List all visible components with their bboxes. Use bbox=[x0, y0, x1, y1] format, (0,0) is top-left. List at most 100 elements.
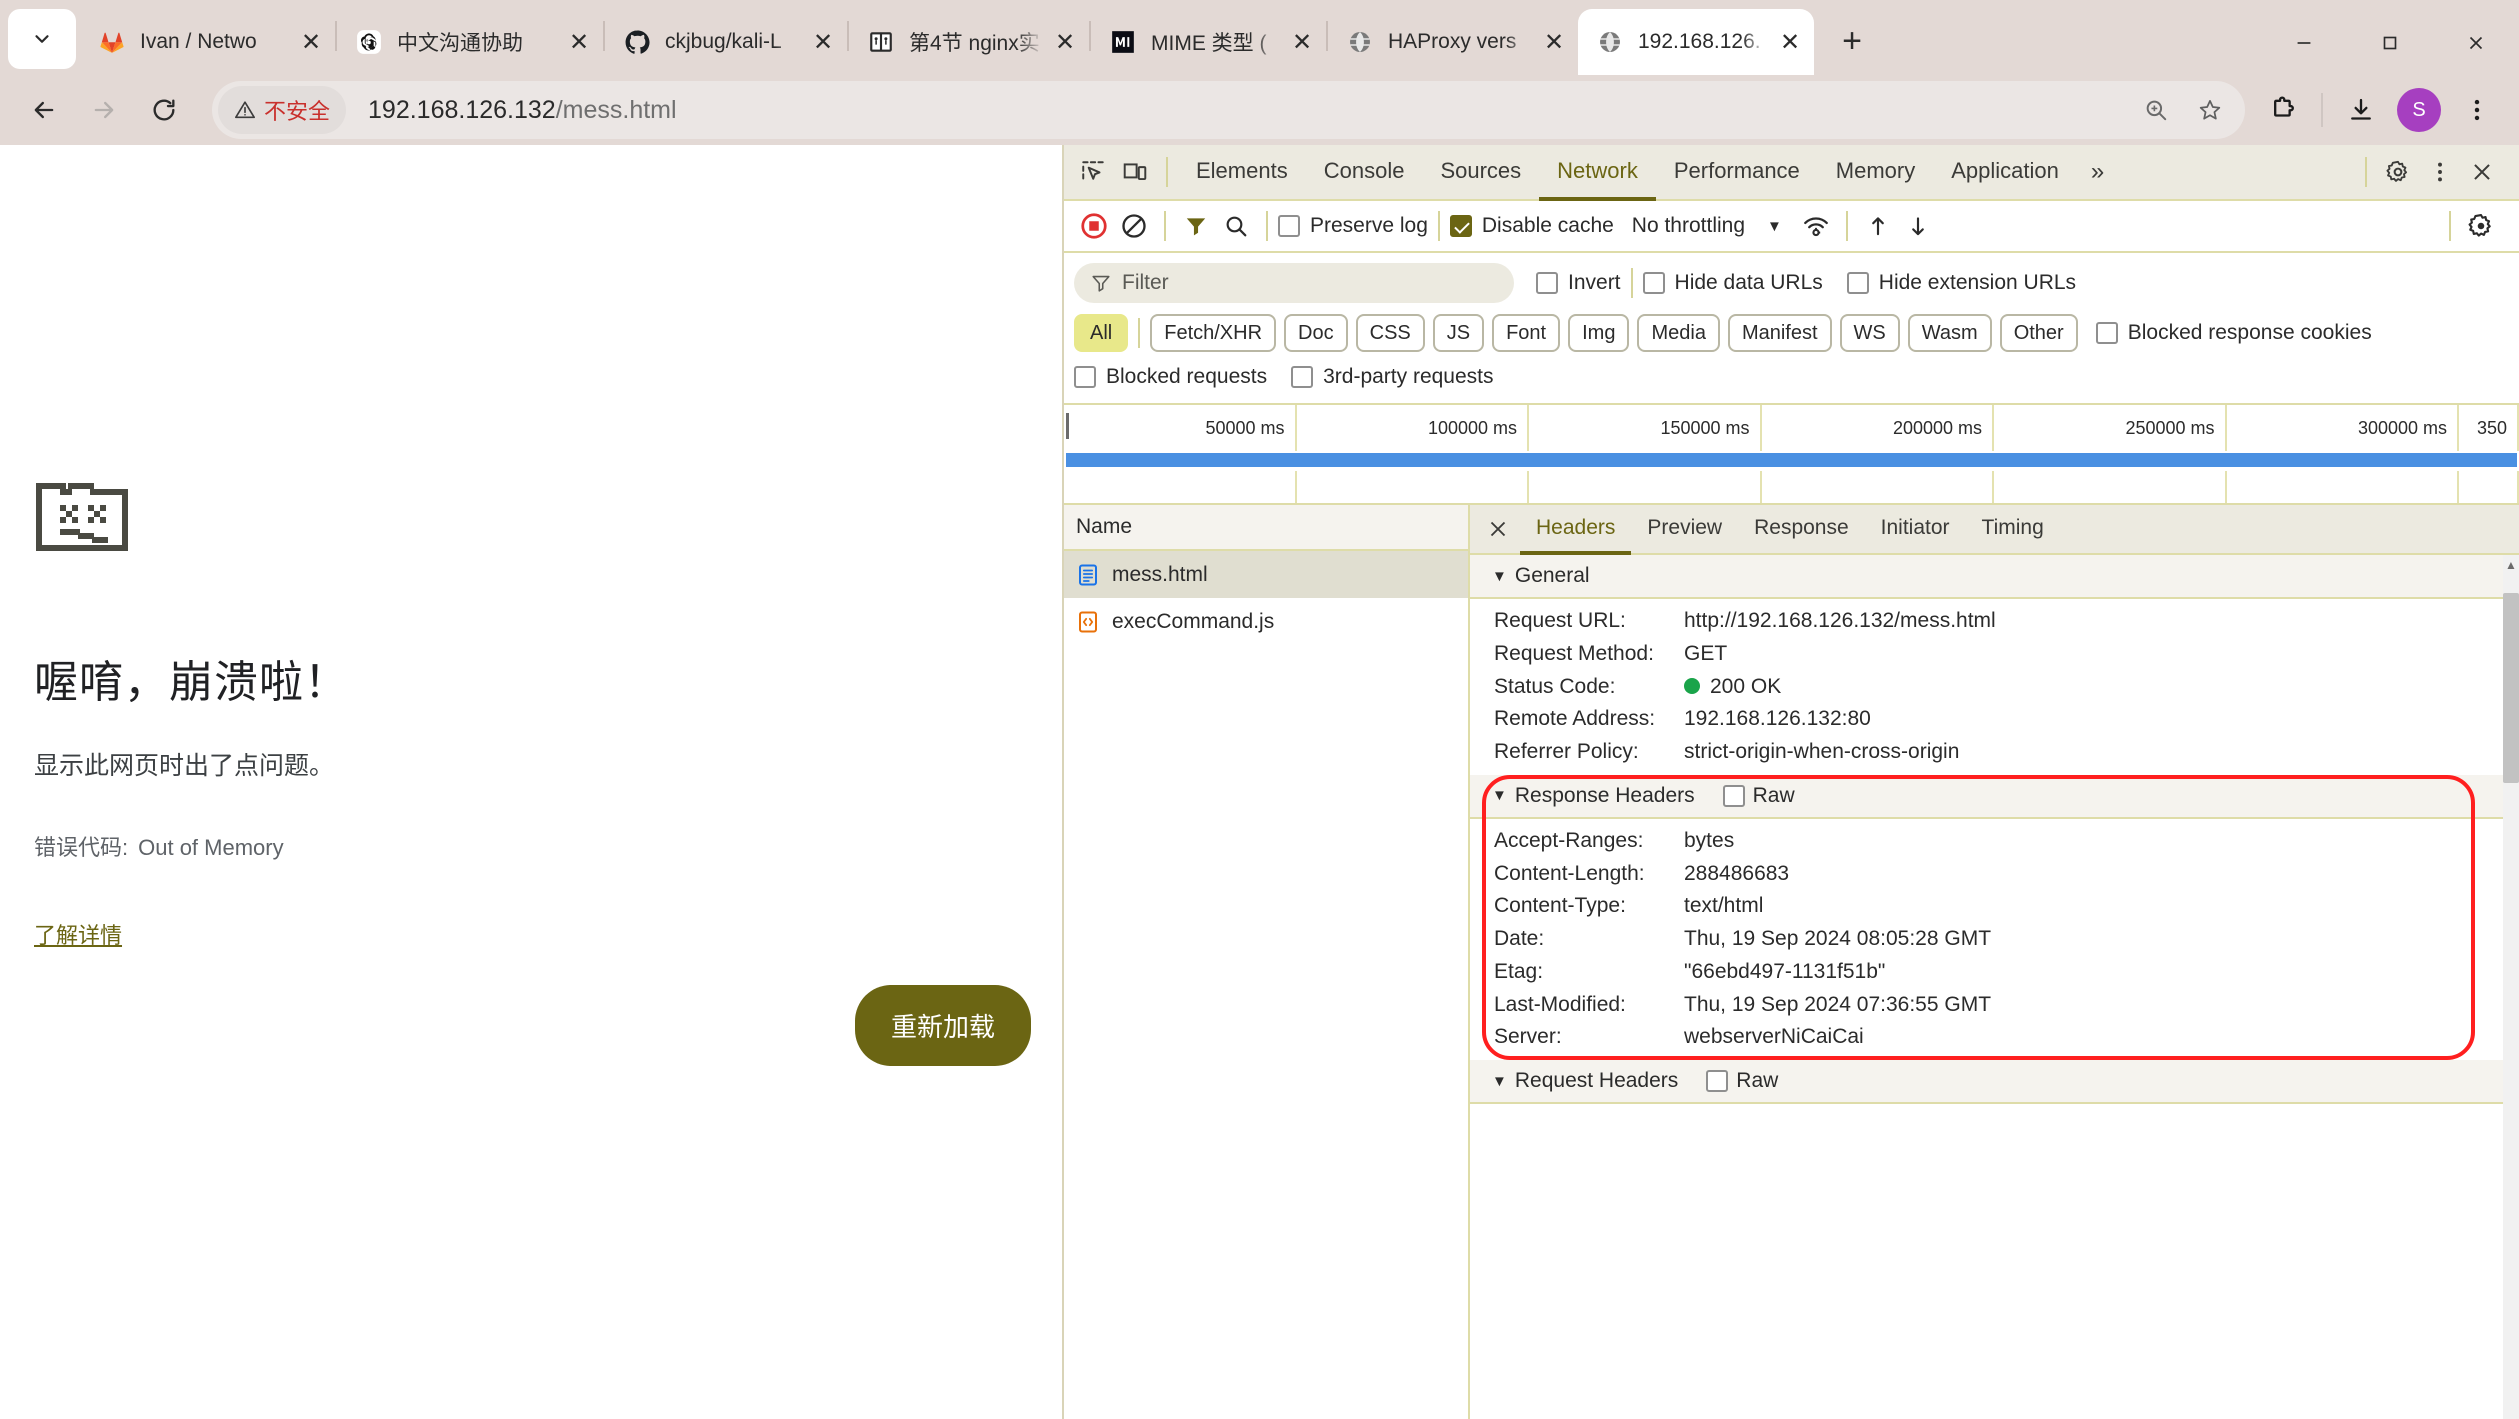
learn-more-link[interactable]: 了解详情 bbox=[34, 918, 122, 950]
back-button[interactable] bbox=[14, 80, 74, 140]
filter-chip-wasm[interactable]: Wasm bbox=[1908, 314, 1992, 352]
request-list-header-name[interactable]: Name bbox=[1064, 505, 1468, 551]
filter-chip-all[interactable]: All bbox=[1074, 314, 1128, 352]
devtools-close-button[interactable] bbox=[2461, 151, 2503, 193]
browser-tab-nginx-section[interactable]: 第4节 nginx实 ✕ bbox=[849, 9, 1089, 75]
export-har-button[interactable] bbox=[1898, 206, 1938, 246]
filter-chip-manifest[interactable]: Manifest bbox=[1728, 314, 1832, 352]
window-maximize-button[interactable] bbox=[2347, 11, 2433, 75]
request-detail-tab-bar: Headers Preview Response Initiator Timin… bbox=[1470, 505, 2519, 555]
tab-close-button[interactable]: ✕ bbox=[1772, 24, 1808, 60]
invert-checkbox[interactable]: Invert bbox=[1536, 271, 1621, 295]
blocked-requests-checkbox[interactable]: Blocked requests bbox=[1074, 365, 1267, 389]
devtools-settings-button[interactable] bbox=[2377, 151, 2419, 193]
zoom-indicator-button[interactable] bbox=[2129, 83, 2183, 137]
request-headers-section-header[interactable]: ▼ Request Headers Raw bbox=[1470, 1060, 2519, 1104]
devtools-menu-button[interactable] bbox=[2419, 151, 2461, 193]
preserve-log-checkbox[interactable]: Preserve log bbox=[1278, 214, 1428, 238]
detail-tab-preview[interactable]: Preview bbox=[1631, 505, 1738, 555]
browser-tab-ckjbug-kali[interactable]: ckjbug/kali-L ✕ bbox=[605, 9, 847, 75]
detail-tab-headers[interactable]: Headers bbox=[1520, 505, 1631, 555]
general-section-header[interactable]: ▼ General bbox=[1470, 555, 2519, 599]
device-toolbar-button[interactable] bbox=[1114, 151, 1156, 193]
filter-chip-img[interactable]: Img bbox=[1568, 314, 1629, 352]
network-conditions-button[interactable] bbox=[1796, 206, 1836, 246]
filter-chip-font[interactable]: Font bbox=[1492, 314, 1560, 352]
tab-close-button[interactable]: ✕ bbox=[293, 24, 329, 60]
browser-tab-active-192-168-126[interactable]: 192.168.126. ✕ bbox=[1578, 9, 1814, 75]
table-row[interactable]: mess.html bbox=[1064, 551, 1468, 598]
devtools-tab-memory[interactable]: Memory bbox=[1818, 145, 1933, 201]
browser-tab-chinese-assistant[interactable]: 中文沟通协助 ✕ bbox=[337, 9, 603, 75]
browser-tab-mime-types[interactable]: MIME 类型 ( ✕ bbox=[1091, 9, 1326, 75]
hide-data-urls-checkbox[interactable]: Hide data URLs bbox=[1643, 271, 1823, 295]
detail-tab-initiator[interactable]: Initiator bbox=[1865, 505, 1966, 555]
bookmark-button[interactable] bbox=[2183, 83, 2237, 137]
filter-chip-doc[interactable]: Doc bbox=[1284, 314, 1348, 352]
devtools-tab-network[interactable]: Network bbox=[1539, 145, 1656, 201]
header-row: Remote Address: 192.168.126.132:80 bbox=[1470, 703, 2519, 736]
browser-chrome: Ivan / Netwo ✕ 中文沟通协助 ✕ ckjbug/kali-L bbox=[0, 0, 2519, 145]
disable-cache-checkbox[interactable]: Disable cache bbox=[1450, 214, 1614, 238]
response-headers-section-header[interactable]: ▼ Response Headers Raw bbox=[1470, 775, 2519, 819]
tab-search-button[interactable] bbox=[8, 9, 76, 69]
toggle-filter-button[interactable] bbox=[1176, 206, 1216, 246]
filter-chip-fetch-xhr[interactable]: Fetch/XHR bbox=[1150, 314, 1276, 352]
devtools-tab-sources[interactable]: Sources bbox=[1422, 145, 1539, 201]
clear-network-log-button[interactable] bbox=[1114, 206, 1154, 246]
avatar[interactable]: S bbox=[2397, 88, 2441, 132]
downloads-button[interactable] bbox=[2333, 82, 2389, 138]
filter-chip-js[interactable]: JS bbox=[1433, 314, 1484, 352]
filter-chip-other[interactable]: Other bbox=[2000, 314, 2078, 352]
tab-close-button[interactable]: ✕ bbox=[805, 24, 841, 60]
filter-input[interactable]: Filter bbox=[1074, 263, 1514, 303]
error-code-value: Out of Memory bbox=[138, 835, 283, 860]
reload-page-action-button[interactable]: 重新加载 bbox=[855, 985, 1031, 1066]
tab-close-button[interactable]: ✕ bbox=[561, 24, 597, 60]
import-har-button[interactable] bbox=[1858, 206, 1898, 246]
table-row[interactable]: execCommand.js bbox=[1064, 598, 1468, 645]
browser-tab-haproxy[interactable]: HAProxy vers ✕ bbox=[1328, 9, 1578, 75]
network-settings-button[interactable] bbox=[2461, 206, 2501, 246]
inspect-element-button[interactable] bbox=[1072, 151, 1114, 193]
detail-tab-response[interactable]: Response bbox=[1738, 505, 1865, 555]
third-party-requests-checkbox[interactable]: 3rd-party requests bbox=[1291, 365, 1493, 389]
devtools-more-tabs-button[interactable]: » bbox=[2077, 158, 2118, 186]
devtools-tab-application[interactable]: Application bbox=[1933, 145, 2077, 201]
new-tab-button[interactable]: + bbox=[1824, 13, 1880, 69]
forward-button[interactable] bbox=[74, 80, 134, 140]
scroll-up-arrow-icon[interactable]: ▲ bbox=[2503, 555, 2519, 575]
devtools-tab-console[interactable]: Console bbox=[1306, 145, 1423, 201]
extensions-button[interactable] bbox=[2255, 82, 2311, 138]
filter-chip-css[interactable]: CSS bbox=[1356, 314, 1425, 352]
request-raw-checkbox[interactable]: Raw bbox=[1706, 1069, 1778, 1093]
browser-tab-ivan-network[interactable]: Ivan / Netwo ✕ bbox=[80, 9, 335, 75]
site-security-chip[interactable]: 不安全 bbox=[218, 86, 346, 134]
address-bar[interactable]: 不安全 192.168.126.132/mess.html bbox=[212, 81, 2245, 139]
record-toggle-button[interactable] bbox=[1074, 206, 1114, 246]
devtools-tab-elements[interactable]: Elements bbox=[1178, 145, 1306, 201]
detail-scrollbar-track[interactable]: ▲ bbox=[2503, 555, 2519, 1419]
address-bar-url[interactable]: 192.168.126.132/mess.html bbox=[368, 96, 677, 125]
search-requests-button[interactable] bbox=[1216, 206, 1256, 246]
tab-close-button[interactable]: ✕ bbox=[1047, 24, 1083, 60]
tab-close-button[interactable]: ✕ bbox=[1284, 24, 1320, 60]
blocked-response-cookies-checkbox[interactable]: Blocked response cookies bbox=[2096, 321, 2372, 345]
reload-page-button[interactable] bbox=[134, 80, 194, 140]
throttling-caret-icon[interactable]: ▼ bbox=[1767, 218, 1782, 235]
detail-tab-timing[interactable]: Timing bbox=[1966, 505, 2060, 555]
filter-chip-ws[interactable]: WS bbox=[1840, 314, 1900, 352]
network-overview-timeline[interactable]: 50000 ms 100000 ms 150000 ms 200000 ms 2… bbox=[1064, 403, 2519, 503]
grid-cell bbox=[1064, 471, 1297, 503]
filter-chip-media[interactable]: Media bbox=[1637, 314, 1719, 352]
detail-scrollbar-thumb[interactable] bbox=[2503, 593, 2519, 783]
close-detail-button[interactable] bbox=[1476, 507, 1520, 551]
throttling-select[interactable]: No throttling bbox=[1632, 214, 1745, 238]
hide-extension-urls-checkbox[interactable]: Hide extension URLs bbox=[1847, 271, 2076, 295]
response-raw-checkbox[interactable]: Raw bbox=[1723, 784, 1795, 808]
window-minimize-button[interactable] bbox=[2261, 11, 2347, 75]
window-close-button[interactable] bbox=[2433, 11, 2519, 75]
devtools-tab-performance[interactable]: Performance bbox=[1656, 145, 1818, 201]
tab-close-button[interactable]: ✕ bbox=[1536, 24, 1572, 60]
browser-menu-button[interactable] bbox=[2449, 82, 2505, 138]
